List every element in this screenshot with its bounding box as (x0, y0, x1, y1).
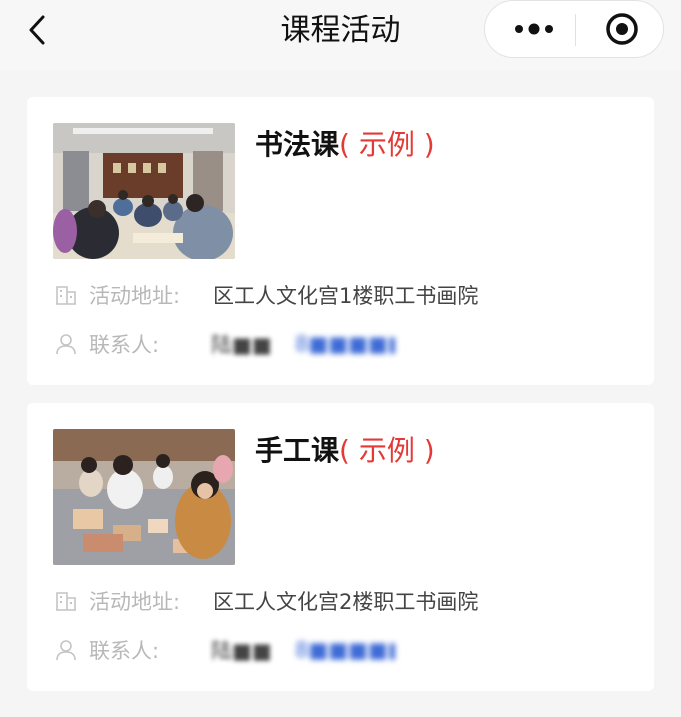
capsule-divider (575, 14, 576, 46)
person-icon (53, 331, 79, 357)
example-tag: ( 示例 ) (339, 128, 435, 161)
address-label: 活动地址: (89, 590, 181, 614)
activity-image (53, 429, 235, 565)
building-icon (53, 588, 79, 614)
address-value: 区工人文化宫2楼职工书画院 (213, 590, 479, 614)
close-miniprogram-button[interactable] (597, 9, 647, 49)
activity-title: 书法课( 示例 ) (255, 125, 435, 165)
calligraphy-class-photo (53, 123, 235, 259)
address-row: 活动地址: 区工人文化宫2楼职工书画院 (53, 583, 633, 619)
more-button[interactable] (499, 9, 569, 49)
address-row: 活动地址: 区工人文化宫1楼职工书画院 (53, 277, 633, 313)
contact-label: 联系人: (89, 333, 160, 357)
activity-title: 手工课( 示例 ) (255, 431, 435, 471)
contact-row: 联系人: 陆■■ 8■■■■■ (53, 326, 633, 362)
example-tag: ( 示例 ) (339, 434, 435, 467)
building-icon (53, 282, 79, 308)
contact-label: 联系人: (89, 639, 160, 663)
contact-name: 陆■■ (211, 639, 272, 663)
activity-title-text: 手工课 (255, 434, 340, 467)
address-value: 区工人文化宫1楼职工书画院 (213, 284, 479, 308)
contact-name: 陆■■ (211, 333, 272, 357)
contact-phone-link[interactable]: 8■■■■■ (295, 332, 395, 356)
activity-title-text: 书法课 (255, 128, 340, 161)
handcraft-class-photo (53, 429, 235, 565)
navigation-bar: 课程活动 (0, 0, 681, 70)
contact-phone-link[interactable]: 8■■■■■ (295, 638, 395, 662)
activity-card[interactable]: 书法课( 示例 ) 活动地址: 区工人文化宫1楼职工书画院 联系人: 陆■■ 8… (27, 97, 654, 385)
target-icon (606, 13, 638, 45)
capsule-menu (484, 0, 664, 58)
more-dots-icon (515, 23, 553, 35)
activity-card[interactable]: 手工课( 示例 ) 活动地址: 区工人文化宫2楼职工书画院 联系人: 陆■■ 8… (27, 403, 654, 691)
contact-row: 联系人: 陆■■ 8■■■■■ (53, 632, 633, 668)
address-label: 活动地址: (89, 284, 181, 308)
person-icon (53, 637, 79, 663)
activity-image (53, 123, 235, 259)
